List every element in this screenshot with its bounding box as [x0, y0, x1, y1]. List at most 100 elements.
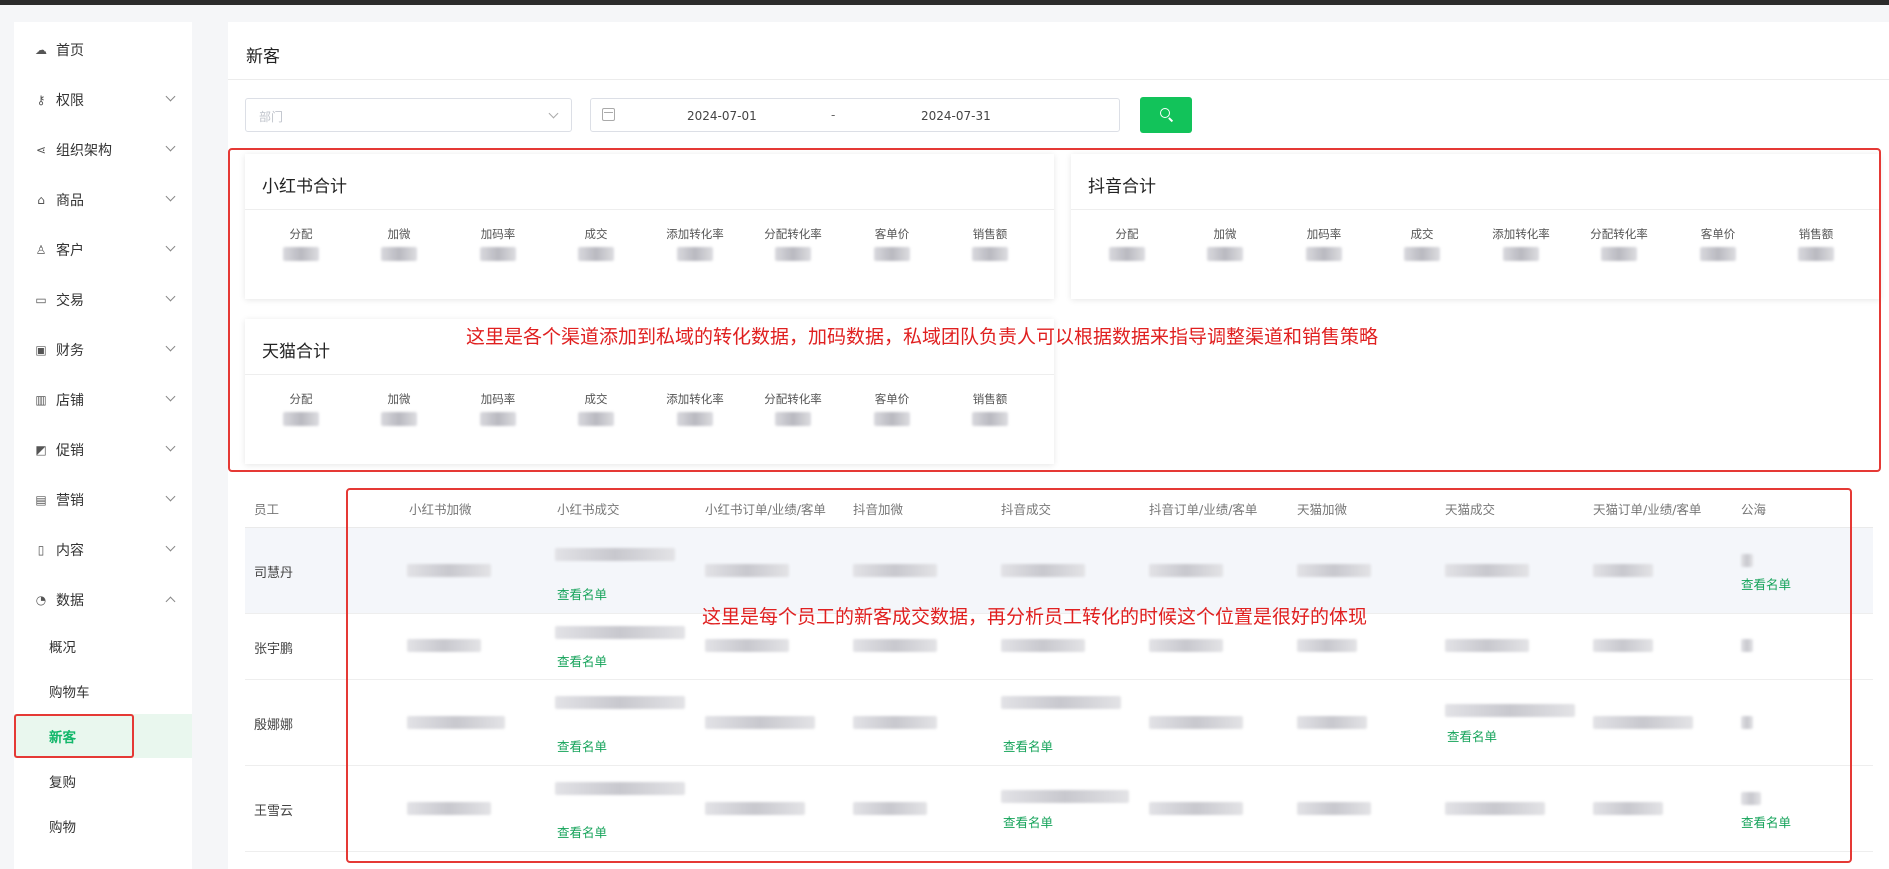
metric-label: 分配转化率 — [764, 227, 822, 241]
redacted-value — [555, 696, 685, 709]
sidebar-sub-cart[interactable]: 购物车 — [14, 671, 192, 711]
redacted-value — [1593, 802, 1663, 815]
redacted-value — [407, 564, 491, 577]
sidebar-item-org[interactable]: ⋖ 组织架构 — [14, 130, 192, 170]
metric-label: 加码率 — [1306, 227, 1342, 241]
view-list-link[interactable]: 查看名单 — [557, 584, 607, 603]
metric-value-redacted — [1306, 247, 1342, 261]
redacted-value — [1445, 564, 1529, 577]
redacted-value — [1001, 639, 1085, 652]
metric-label: 加码率 — [480, 392, 516, 406]
chevron-down-icon — [165, 241, 176, 252]
metric-value-redacted — [677, 412, 713, 426]
card-douyin: 抖音合计 分配 加微 加码率 成交 添加转化率 分配转化率 客单价 销售额 — [1071, 154, 1880, 299]
metric-label: 成交 — [584, 227, 608, 241]
view-list-link[interactable]: 查看名单 — [557, 651, 607, 670]
metric-label: 销售额 — [972, 392, 1008, 406]
folder-icon: ▭ — [35, 293, 47, 307]
redacted-value — [705, 564, 789, 577]
redacted-value — [1297, 802, 1371, 815]
user-icon: ♙ — [35, 243, 47, 257]
card-title: 小红书合计 — [262, 177, 347, 197]
sidebar-item-label: 财务 — [56, 343, 84, 359]
department-select[interactable]: 部门 — [245, 98, 572, 132]
top-bar — [0, 0, 1889, 5]
column-header: 小红书加微 — [409, 502, 472, 517]
divider — [1071, 209, 1880, 210]
sidebar-sub-purchase[interactable]: 购物 — [14, 806, 192, 846]
metric: 客单价 — [847, 226, 937, 265]
date-start[interactable]: 2024-07-01 — [687, 109, 757, 123]
view-list-link[interactable]: 查看名单 — [1741, 812, 1791, 831]
view-list-link[interactable]: 查看名单 — [557, 736, 607, 755]
metric: 销售额 — [945, 226, 1035, 265]
sidebar-item-finance[interactable]: ▣ 财务 — [14, 330, 192, 370]
sidebar-item-label: 交易 — [56, 293, 84, 309]
view-list-link[interactable]: 查看名单 — [1003, 736, 1053, 755]
view-list-link[interactable]: 查看名单 — [1447, 726, 1497, 745]
sidebar-item-home[interactable]: ☁ 首页 — [14, 30, 192, 70]
date-separator: - — [831, 108, 836, 122]
view-list-link[interactable]: 查看名单 — [557, 822, 607, 841]
metric: 分配转化率 — [748, 226, 838, 265]
sidebar-item-shop[interactable]: ▥ 店铺 — [14, 380, 192, 420]
sidebar-item-data[interactable]: ◔ 数据 — [14, 580, 192, 620]
search-button[interactable] — [1140, 97, 1192, 133]
metric-value-redacted — [1798, 247, 1834, 261]
annotation-employees: 这里是每个员工的新客成交数据，再分析员工转化的时候这个位置是很好的体现 — [702, 606, 1368, 628]
sidebar-item-customers[interactable]: ♙ 客户 — [14, 230, 192, 270]
date-end[interactable]: 2024-07-31 — [921, 109, 991, 123]
redacted-value — [1001, 564, 1085, 577]
metric-label: 客单价 — [874, 227, 910, 241]
redacted-value — [1741, 792, 1761, 805]
view-list-link[interactable]: 查看名单 — [1003, 812, 1053, 831]
metric-value-redacted — [677, 247, 713, 261]
chevron-down-icon — [165, 441, 176, 452]
column-header: 天猫成交 — [1445, 502, 1496, 517]
metric-label: 添加转化率 — [666, 227, 724, 241]
cloud-icon: ☁ — [35, 43, 47, 57]
chevron-down-icon — [165, 91, 176, 102]
date-range-picker[interactable]: 2024-07-01 - 2024-07-31 — [590, 98, 1120, 132]
sidebar-item-marketing[interactable]: ▤ 营销 — [14, 480, 192, 520]
employee-name: 张宇鹏 — [254, 642, 294, 657]
metric: 添加转化率 — [650, 391, 740, 430]
metric-value-redacted — [1109, 247, 1145, 261]
metric: 销售额 — [945, 391, 1035, 430]
sidebar-item-label: 权限 — [56, 93, 84, 109]
sidebar-sub-overview[interactable]: 概况 — [14, 626, 192, 666]
sidebar-sub-new-customers[interactable]: 新客 — [14, 714, 192, 758]
sidebar-item-label: 客户 — [56, 243, 84, 259]
sidebar-item-promotion[interactable]: ◩ 促销 — [14, 430, 192, 470]
share-icon: ⋖ — [35, 143, 47, 157]
redacted-value — [1001, 696, 1121, 709]
chevron-up-icon — [165, 596, 176, 607]
sidebar-sub-repurchase[interactable]: 复购 — [14, 761, 192, 801]
redacted-value — [1001, 790, 1129, 803]
column-header: 抖音加微 — [853, 502, 904, 517]
redacted-value — [1149, 639, 1223, 652]
redacted-value — [853, 716, 937, 729]
view-list-link[interactable]: 查看名单 — [1741, 574, 1791, 593]
redacted-value — [407, 802, 491, 815]
redacted-value — [1149, 564, 1223, 577]
shop-bag-icon: ⌂ — [37, 193, 45, 207]
chevron-down-icon — [548, 108, 559, 119]
main-panel: 新客 部门 2024-07-01 - 2024-07-31 小红书合计 分配 加… — [228, 22, 1889, 869]
chevron-down-icon — [165, 541, 176, 552]
sidebar-sub-label: 购物 — [49, 820, 76, 836]
sidebar-item-products[interactable]: ⌂ 商品 — [14, 180, 192, 220]
sidebar-item-content[interactable]: ▯ 内容 — [14, 530, 192, 570]
metric-label: 销售额 — [1798, 227, 1834, 241]
redacted-value — [1445, 639, 1529, 652]
chevron-down-icon — [165, 391, 176, 402]
metric: 加码率 — [453, 226, 543, 265]
redacted-value — [1297, 564, 1371, 577]
divider — [228, 79, 1889, 80]
sidebar-item-trade[interactable]: ▭ 交易 — [14, 280, 192, 320]
metric-value-redacted — [578, 412, 614, 426]
sidebar-item-label: 促销 — [56, 443, 84, 459]
chevron-down-icon — [165, 291, 176, 302]
sidebar-item-permissions[interactable]: ⚷ 权限 — [14, 80, 192, 120]
metric: 客单价 — [847, 391, 937, 430]
